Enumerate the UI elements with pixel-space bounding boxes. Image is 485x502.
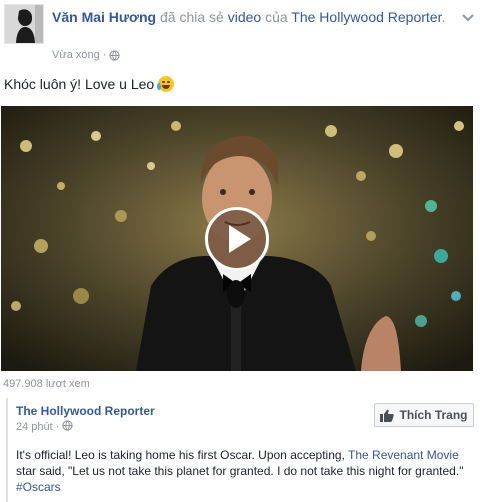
author-avatar[interactable] xyxy=(4,4,44,44)
author-name-link[interactable]: Văn Mai Hương xyxy=(52,9,156,25)
post-header: Văn Mai Hương đã chia sẻ video của The H… xyxy=(52,8,452,27)
header-period: . xyxy=(441,9,446,25)
globe-icon[interactable] xyxy=(109,49,121,61)
shared-page-link[interactable]: The Hollywood Reporter xyxy=(291,9,441,25)
feed-post: Văn Mai Hương đã chia sẻ video của The H… xyxy=(0,0,485,502)
attachment-meta-separator: · xyxy=(55,421,60,433)
crying-laughing-emoji-icon xyxy=(157,76,175,92)
video-player[interactable] xyxy=(1,106,473,371)
view-count: 497.908 lượt xem xyxy=(3,378,90,390)
status-text: Khóc luôn ý! Love u Leo xyxy=(4,76,155,92)
attachment-meta: 24 phút · xyxy=(16,420,74,434)
attachment-timestamp[interactable]: 24 phút xyxy=(16,421,53,433)
thumbs-up-icon xyxy=(380,409,395,422)
action-text: đã chia sẻ xyxy=(160,9,224,25)
post-status-text: Khóc luôn ý! Love u Leo xyxy=(4,75,175,94)
post-timestamp[interactable]: Vừa xong xyxy=(52,49,100,61)
chevron-down-icon[interactable] xyxy=(461,10,475,24)
meta-separator: · xyxy=(102,49,107,61)
post-meta: Vừa xong · xyxy=(52,49,121,61)
like-page-label: Thích Trang xyxy=(399,408,468,422)
of-text: của xyxy=(265,9,288,25)
attachment-page-link[interactable]: The Hollywood Reporter xyxy=(16,404,155,418)
oscars-hashtag-link[interactable]: #Oscars xyxy=(16,480,61,494)
revenant-movie-link[interactable]: The Revenant Movie xyxy=(348,448,459,462)
attachment-text-part2: star said, "Let us not take this planet … xyxy=(16,464,464,478)
shared-attachment: The Hollywood Reporter 24 phút · Thích T… xyxy=(6,398,484,502)
video-link[interactable]: video xyxy=(228,9,261,25)
attachment-description: It's official! Leo is taking home his fi… xyxy=(16,447,481,495)
attachment-text-part1: It's official! Leo is taking home his fi… xyxy=(16,448,349,462)
globe-icon[interactable] xyxy=(62,420,74,434)
play-icon[interactable] xyxy=(205,207,269,271)
like-page-button[interactable]: Thích Trang xyxy=(374,403,474,427)
